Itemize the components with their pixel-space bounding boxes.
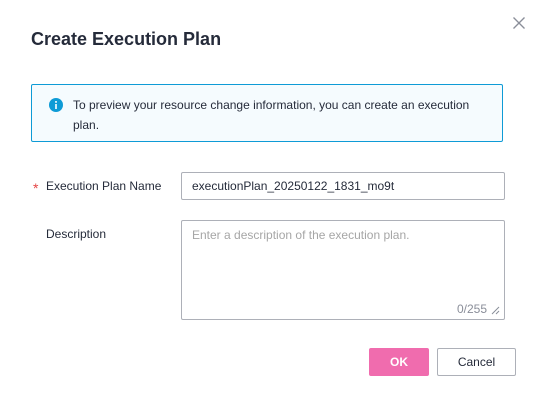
notice-text: To preview your resource change informat… — [73, 98, 470, 132]
resize-handle-icon[interactable] — [491, 306, 500, 315]
execution-plan-name-label: Execution Plan Name — [46, 179, 162, 193]
dialog-title: Create Execution Plan — [31, 29, 222, 49]
info-icon — [49, 98, 63, 112]
description-field[interactable]: 0/255 — [181, 220, 505, 320]
description-label: Description — [46, 227, 107, 241]
ok-button[interactable]: OK — [369, 348, 429, 376]
cancel-button[interactable]: Cancel — [437, 348, 516, 376]
required-mark: * — [33, 180, 39, 196]
description-textarea[interactable] — [182, 221, 504, 303]
info-notice: To preview your resource change informat… — [31, 84, 503, 142]
create-execution-plan-dialog: Create Execution Plan To preview your re… — [0, 0, 543, 407]
character-counter: 0/255 — [456, 302, 487, 316]
close-icon[interactable] — [512, 16, 526, 30]
execution-plan-name-input[interactable] — [181, 172, 505, 200]
